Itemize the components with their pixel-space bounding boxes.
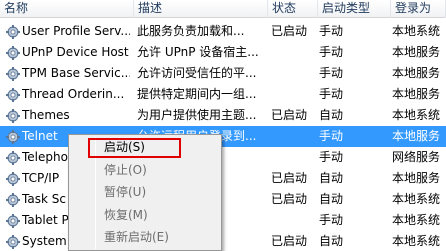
service-gear-icon [5, 189, 21, 210]
service-gear-icon [5, 147, 21, 168]
service-name: UPnP Device Host [22, 45, 129, 59]
service-startup-type: 自动 [319, 108, 344, 122]
service-startup-type: 自动 [319, 234, 344, 248]
service-name: Task Sc [22, 192, 66, 206]
service-logon-as: 本地系统 [392, 192, 441, 206]
service-gear-icon [5, 105, 21, 126]
service-gear-icon [5, 231, 21, 251]
column-header-startup-type[interactable]: 启动类型 [318, 0, 391, 18]
column-header-row: 名称 描述 状态 启动类型 登录为 [0, 0, 446, 18]
service-logon-as: 本地系统 [392, 234, 441, 248]
menu-item-stop[interactable]: 停止(O) [71, 160, 219, 181]
service-startup-type: 手动 [319, 87, 344, 101]
service-startup-type: 手动 [319, 24, 344, 38]
menu-item-restart[interactable]: 重新启动(E) [71, 227, 219, 248]
service-description: 此服务负责加载和... [137, 24, 245, 38]
service-gear-icon [5, 42, 21, 63]
service-startup-type: 手动 [319, 129, 344, 143]
column-header-status[interactable]: 状态 [268, 0, 318, 18]
service-name-cell: Thread Orderin... [5, 84, 130, 105]
service-logon-as: 本地系统 [392, 24, 441, 38]
service-row[interactable]: TPM Base Servic... 允许访问受信任的平... 手动 本地服务 [0, 63, 446, 84]
service-gear-icon [5, 21, 21, 42]
service-status: 已启动 [271, 108, 308, 122]
service-row[interactable]: TCP/IPetBT...已启动自动本地服务 [0, 168, 446, 189]
column-header-name[interactable]: 名称 [0, 0, 134, 18]
service-name: Telepho [22, 150, 68, 164]
service-row[interactable]: Telnet允许远程用户登录到...手动本地服务 [0, 126, 446, 147]
service-name: User Profile Serv... [22, 24, 130, 38]
service-row[interactable]: Tablet P...手动本地系统 [0, 210, 446, 231]
service-row[interactable]: User Profile Serv... 此服务负责加载和... 已启动 手动 本地系统 [0, 21, 446, 42]
service-status: 已启动 [271, 234, 308, 248]
service-status: 已启动 [271, 171, 308, 185]
service-name-cell: Themes [5, 105, 130, 126]
service-name: Themes [22, 108, 70, 122]
service-status [271, 84, 318, 105]
service-logon-as: 本地服务 [392, 45, 441, 59]
service-description: 提供特定期间内一组... [137, 87, 257, 101]
service-description: 允许 UPnP 设备宿主... [137, 45, 259, 59]
service-gear-icon [5, 126, 21, 147]
service-row[interactable]: TelephoPI (T...手动网络服务 [0, 147, 446, 168]
service-logon-as: 本地系统 [392, 213, 441, 227]
service-status [271, 147, 318, 168]
service-name-cell: UPnP Device Host [5, 42, 130, 63]
service-startup-type: 自动 [319, 192, 344, 206]
service-startup-type: 手动 [319, 45, 344, 59]
service-name: Thread Orderin... [22, 87, 125, 101]
service-status [271, 42, 318, 63]
service-logon-as: 本地服务 [392, 66, 441, 80]
service-startup-type: 手动 [319, 150, 344, 164]
service-startup-type: 自动 [319, 171, 344, 185]
service-row[interactable]: Task Sc和安...已启动自动本地系统 [0, 189, 446, 210]
service-row[interactable]: System...已启动自动本地系统 [0, 231, 446, 251]
column-header-description[interactable]: 描述 [134, 0, 268, 18]
service-description: 为用户提供使用主题... [137, 108, 257, 122]
service-row[interactable]: Themes 为用户提供使用主题... 已启动 自动 本地系统 [0, 105, 446, 126]
service-status [271, 63, 318, 84]
service-gear-icon [5, 84, 21, 105]
service-logon-as: 本地服务 [392, 129, 441, 143]
service-logon-as: 本地服务 [392, 87, 441, 101]
service-logon-as: 本地系统 [392, 108, 441, 122]
service-description: 允许访问受信任的平... [137, 66, 257, 80]
service-gear-icon [5, 168, 21, 189]
service-startup-type: 手动 [319, 66, 344, 80]
service-logon-as: 本地服务 [392, 171, 441, 185]
service-status: 已启动 [271, 192, 308, 206]
services-list: 名称 描述 状态 启动类型 登录为 User Profile Serv... 此服… [0, 0, 446, 251]
service-name: TCP/IP [22, 171, 60, 185]
menu-item-pause[interactable]: 暂停(U) [71, 182, 219, 203]
highlight-box [88, 138, 181, 158]
service-name: TPM Base Servic... [22, 66, 130, 80]
service-name: Tablet P [22, 213, 69, 227]
menu-item-resume[interactable]: 恢复(M) [71, 205, 219, 226]
service-name: System [22, 234, 67, 248]
service-startup-type: 手动 [319, 213, 344, 227]
service-gear-icon [5, 63, 21, 84]
service-status: 已启动 [271, 24, 308, 38]
service-row[interactable]: Thread Orderin... 提供特定期间内一组... 手动 本地服务 [0, 84, 446, 105]
service-gear-icon [5, 210, 21, 231]
service-name-cell: User Profile Serv... [5, 21, 130, 42]
service-status [271, 210, 318, 231]
service-row[interactable]: UPnP Device Host 允许 UPnP 设备宿主... 手动 本地服务 [0, 42, 446, 63]
service-name-cell: TPM Base Servic... [5, 63, 130, 84]
column-header-logon-as[interactable]: 登录为 [391, 0, 446, 18]
service-status [271, 126, 318, 147]
service-logon-as: 网络服务 [392, 150, 441, 164]
service-name: Telnet [22, 129, 58, 143]
